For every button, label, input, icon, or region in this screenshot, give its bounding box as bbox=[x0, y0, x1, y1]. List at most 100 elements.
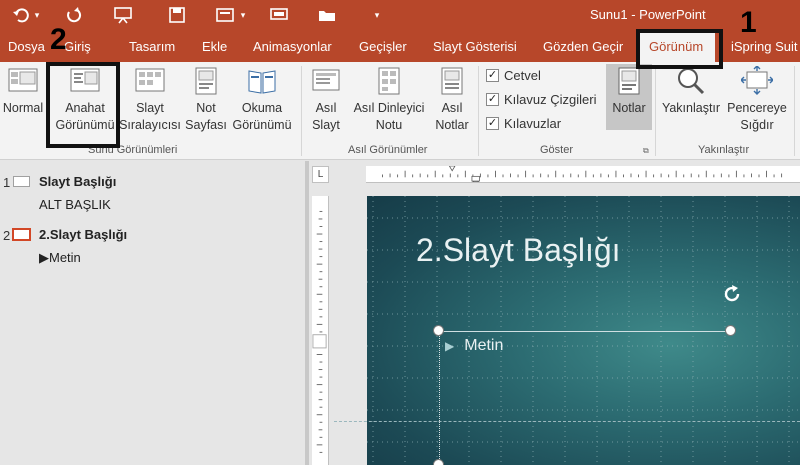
callout-number-2: 2 bbox=[50, 23, 67, 56]
new-slide-dropdown-icon[interactable]: ▾ bbox=[236, 4, 250, 26]
tab-dosya[interactable]: Dosya bbox=[8, 39, 45, 54]
horizontal-guide[interactable] bbox=[334, 421, 800, 422]
notes-page-icon bbox=[195, 67, 217, 95]
customize-qat-icon[interactable]: ▾ bbox=[370, 4, 384, 26]
handout-master-label-1: Asıl Dinleyici bbox=[353, 101, 425, 115]
slide-master-button[interactable]: Asıl Slayt bbox=[306, 66, 346, 134]
callout-box-gorunum-tab bbox=[636, 29, 723, 69]
rotate-handle-icon[interactable] bbox=[721, 283, 743, 305]
outline-slide-thumbnail-selected[interactable] bbox=[12, 228, 31, 241]
save-icon[interactable] bbox=[166, 4, 188, 26]
notes-master-icon bbox=[441, 67, 463, 95]
magnifier-icon bbox=[678, 68, 705, 95]
notes-icon bbox=[618, 67, 640, 95]
undo-dropdown-icon[interactable]: ▾ bbox=[30, 4, 44, 26]
tab-selector[interactable]: L bbox=[312, 166, 329, 183]
outline-slide-number: 2 bbox=[3, 228, 11, 243]
outline-slide-thumbnail[interactable] bbox=[13, 176, 30, 187]
normal-view-button[interactable]: Normal bbox=[0, 66, 46, 117]
outline-bullet-item[interactable]: ▶Metin bbox=[39, 250, 81, 266]
callout-number-1: 1 bbox=[740, 6, 757, 39]
vertical-ruler[interactable] bbox=[312, 196, 329, 465]
reading-view-label-2: Görünümü bbox=[232, 118, 292, 132]
handout-master-button[interactable]: Asıl Dinleyici Notu bbox=[348, 66, 430, 134]
dialog-launcher-icon[interactable]: ⧉ bbox=[643, 146, 649, 156]
ribbon-separator bbox=[794, 66, 795, 156]
slide-bullet-item[interactable]: ▶ Metin bbox=[445, 337, 503, 355]
slide-sorter-label-2: Sıralayıcısı bbox=[119, 118, 181, 132]
tab-ispring[interactable]: iSpring Suit bbox=[731, 39, 797, 54]
slide-sorter-button[interactable]: Slayt Sıralayıcısı bbox=[118, 66, 182, 134]
placeholder-selection-border bbox=[439, 331, 731, 332]
tab-ekle[interactable]: Ekle bbox=[202, 39, 227, 54]
slide-master-icon bbox=[312, 69, 340, 91]
notes-master-label-2: Notlar bbox=[435, 118, 469, 132]
normal-view-label: Normal bbox=[2, 101, 44, 115]
guides-checkbox-box[interactable]: ✓ bbox=[486, 117, 499, 130]
resize-handle[interactable] bbox=[725, 325, 736, 336]
outline-slide-title[interactable]: 2.Slayt Başlığı bbox=[39, 227, 127, 242]
guides-checkbox[interactable]: ✓ Kılavuzlar bbox=[486, 116, 561, 131]
tab-gecisler[interactable]: Geçişler bbox=[359, 39, 407, 54]
notes-button[interactable]: Notlar bbox=[606, 66, 652, 117]
notes-page-button[interactable]: Not Sayfası bbox=[184, 66, 228, 134]
callout-box-outline-view bbox=[46, 62, 120, 148]
start-slideshow-icon[interactable] bbox=[112, 4, 134, 26]
new-slide-icon[interactable] bbox=[214, 4, 236, 26]
notes-button-label: Notlar bbox=[612, 101, 646, 115]
fit-to-window-icon bbox=[741, 66, 773, 95]
slide-master-label-1: Asıl bbox=[315, 101, 337, 115]
title-bar: ▾ ▾ ▾ Sunu1 - PowerPoint bbox=[0, 0, 800, 30]
bullet-arrow-icon: ▶ bbox=[39, 250, 49, 265]
ribbon-separator bbox=[478, 66, 479, 156]
outline-slide-subtitle[interactable]: ALT BAŞLIK bbox=[39, 197, 111, 212]
handout-master-label-2: Notu bbox=[375, 118, 403, 132]
gridlines-checkbox-label: Kılavuz Çizgileri bbox=[504, 92, 597, 107]
reading-view-button[interactable]: Okuma Görünümü bbox=[230, 66, 294, 134]
outline-slide-number: 1 bbox=[3, 175, 11, 190]
group-label-goster: Göster bbox=[540, 144, 574, 156]
notes-page-label-2: Sayfası bbox=[185, 118, 227, 132]
open-folder-icon[interactable] bbox=[316, 4, 338, 26]
resize-handle[interactable] bbox=[433, 325, 444, 336]
presentation-icon[interactable] bbox=[268, 4, 290, 26]
tab-gozden-gecir[interactable]: Gözden Geçir bbox=[543, 39, 623, 54]
horizontal-ruler[interactable] bbox=[366, 166, 800, 183]
slide-sorter-label-1: Slayt bbox=[136, 101, 164, 115]
gridlines-checkbox[interactable]: ✓ Kılavuz Çizgileri bbox=[486, 92, 596, 107]
resize-handle[interactable] bbox=[433, 459, 444, 465]
reading-view-icon bbox=[248, 70, 276, 94]
undo-icon[interactable] bbox=[10, 4, 32, 26]
fit-to-window-button[interactable]: Pencereye Sığdır bbox=[724, 66, 790, 134]
tab-giris[interactable]: Giriş bbox=[64, 39, 91, 54]
tab-animasyonlar[interactable]: Animasyonlar bbox=[253, 39, 332, 54]
normal-view-icon bbox=[8, 68, 38, 92]
ruler-checkbox[interactable]: ✓ Cetvel bbox=[486, 68, 541, 83]
slide-bullet-text: Metin bbox=[464, 337, 504, 354]
tab-tasarim[interactable]: Tasarım bbox=[129, 39, 175, 54]
notes-master-button[interactable]: Asıl Notlar bbox=[432, 66, 472, 134]
tab-slayt-gosterisi[interactable]: Slayt Gösterisi bbox=[433, 39, 517, 54]
slide-title[interactable]: 2.Slayt Başlığı bbox=[416, 232, 621, 269]
notes-master-label-1: Asıl bbox=[441, 101, 463, 115]
ruler-checkbox-box[interactable]: ✓ bbox=[486, 69, 499, 82]
fit-to-window-label-2: Sığdır bbox=[740, 118, 774, 132]
outline-bullet-text: Metin bbox=[49, 250, 81, 265]
ribbon-separator bbox=[301, 66, 302, 156]
bullet-triangle-icon: ▶ bbox=[445, 339, 455, 353]
outline-slide-title[interactable]: Slayt Başlığı bbox=[39, 174, 116, 189]
ribbon-separator bbox=[655, 66, 656, 156]
notes-page-label-1: Not bbox=[196, 101, 216, 115]
ruler-checkbox-label: Cetvel bbox=[504, 68, 541, 83]
fit-to-window-label-1: Pencereye bbox=[727, 101, 787, 115]
guides-checkbox-label: Kılavuzlar bbox=[504, 116, 562, 131]
slide-master-label-2: Slayt bbox=[312, 118, 340, 132]
zoom-button[interactable]: Yakınlaştır bbox=[658, 66, 724, 117]
gridlines-checkbox-box[interactable]: ✓ bbox=[486, 93, 499, 106]
reading-view-label-1: Okuma bbox=[241, 101, 283, 115]
zoom-button-label: Yakınlaştır bbox=[661, 101, 721, 115]
window-title: Sunu1 - PowerPoint bbox=[590, 7, 706, 22]
group-label-yakinlastir: Yakınlaştır bbox=[698, 144, 750, 156]
handout-master-icon bbox=[378, 67, 400, 95]
placeholder-selection-edge bbox=[439, 331, 440, 465]
